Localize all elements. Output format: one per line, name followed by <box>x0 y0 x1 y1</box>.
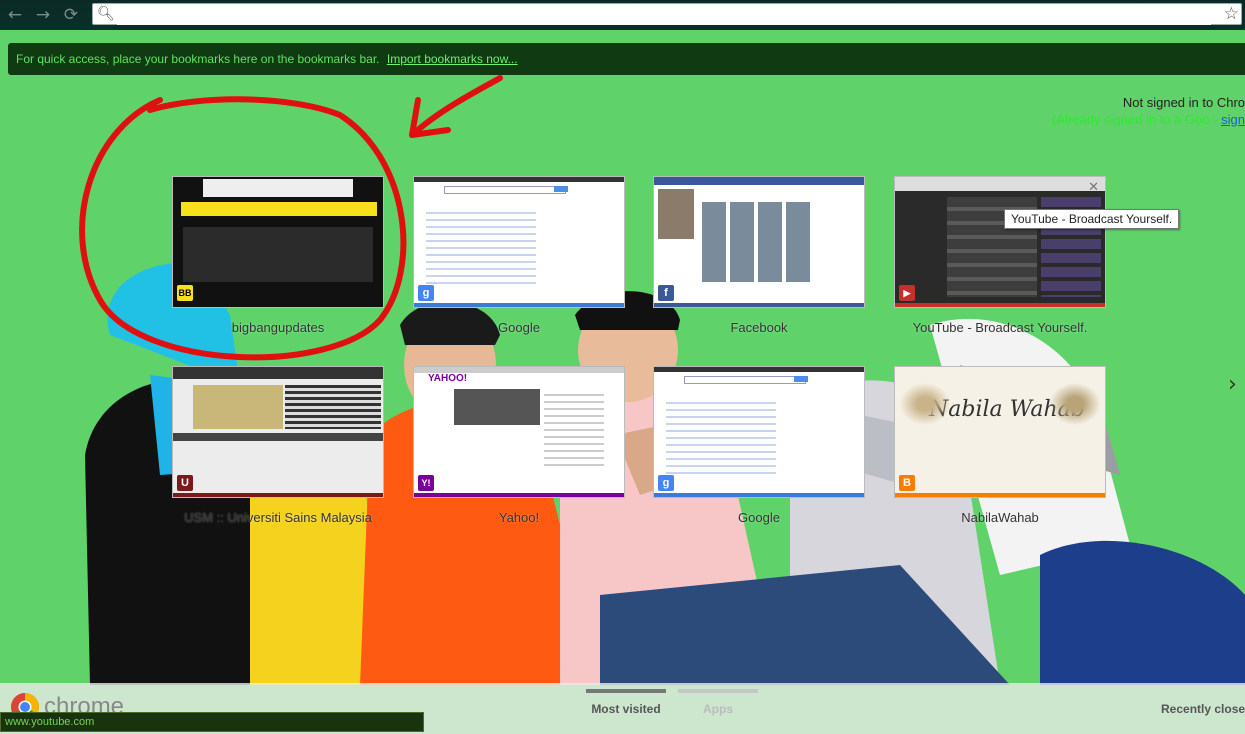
tab-most-visited[interactable]: Most visited <box>586 689 666 716</box>
status-bubble-url: www.youtube.com <box>0 712 424 732</box>
recently-closed-menu[interactable]: Recently closed <box>1161 702 1245 716</box>
next-page-arrow-icon[interactable]: › <box>1228 372 1237 397</box>
tab-apps[interactable]: Apps <box>678 689 758 716</box>
red-annotation-circle <box>79 75 503 361</box>
